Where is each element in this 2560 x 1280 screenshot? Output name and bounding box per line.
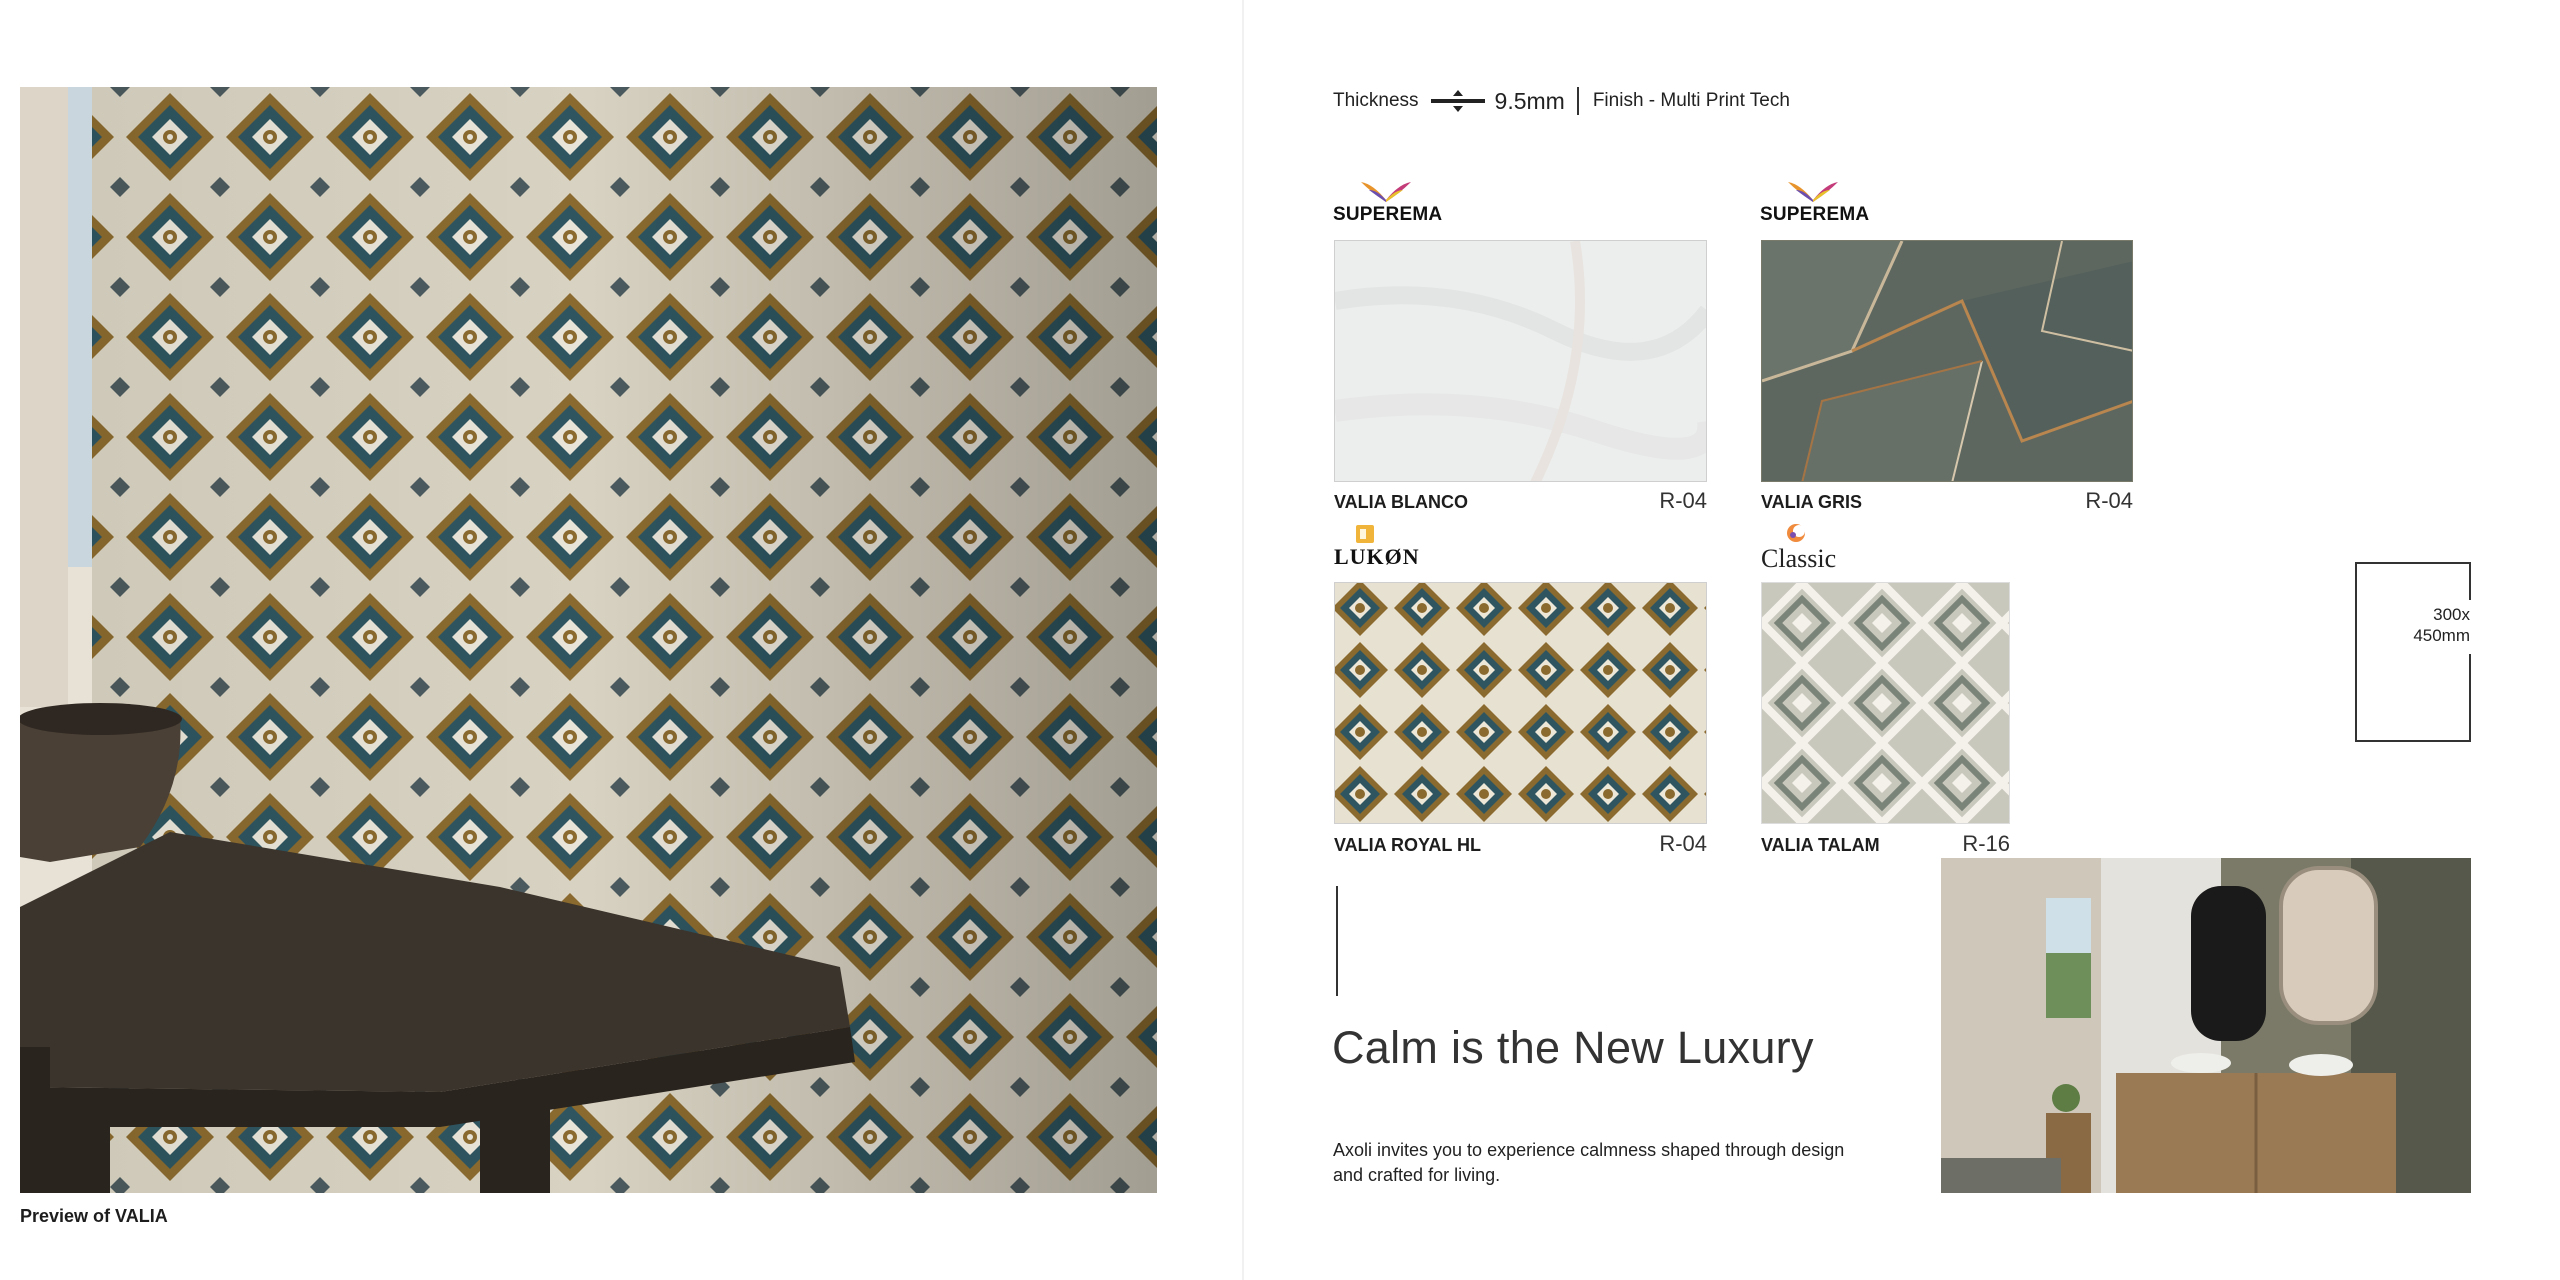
tile-swatch-valia-gris <box>1761 240 2133 482</box>
tile-code: R-04 <box>1659 488 1707 513</box>
tile-name: VALIA ROYAL HL <box>1334 835 1482 855</box>
tile-swatch-valia-royal-hl <box>1334 582 1707 824</box>
tile-swatch-valia-talam <box>1761 582 2010 824</box>
finish-label: Finish - Multi Print Tech <box>1592 90 1790 111</box>
tile-name: VALIA GRIS <box>1761 492 1863 512</box>
preview-caption: Preview of VALIA <box>20 1206 168 1226</box>
superema-wordmark: SUPEREMA <box>1760 204 1870 225</box>
tile-code: R-16 <box>1962 831 2010 856</box>
superema-wordmark: SUPEREMA <box>1333 204 1443 225</box>
tile-name: VALIA TALAM <box>1761 835 1880 855</box>
page-divider <box>1242 0 1244 1280</box>
lukon-wordmark: LUKØN <box>1334 544 1420 569</box>
size-line-1: 300x <box>2433 605 2470 624</box>
accent-line <box>1336 886 1338 996</box>
thickness-value: 9.5mm <box>1494 87 1565 114</box>
size-indicator <box>2355 562 2472 742</box>
body-copy: Axoli invites you to experience calmness… <box>1333 1140 1845 1185</box>
wings-icon <box>1788 182 1838 202</box>
classic-swirl-icon <box>1787 524 1805 542</box>
lukon-emblem-icon <box>1356 525 1374 543</box>
headline: Calm is the New Luxury <box>1332 1022 1814 1073</box>
spec-separator <box>1576 87 1579 115</box>
spec-line: Thickness 9.5mm Finish - Multi Print Tec… <box>1333 86 1790 116</box>
wings-icon <box>1361 182 1411 202</box>
classic-wordmark: Classic <box>1761 544 1837 573</box>
thickness-icon <box>1430 90 1485 112</box>
tile-code: R-04 <box>2085 488 2133 513</box>
preview-photo <box>20 87 1157 1193</box>
size-label: 300x 450mm <box>2378 604 2470 646</box>
lukon-logo: LUKØN <box>1334 524 1420 570</box>
superema-logo: SUPEREMA <box>1760 180 1869 226</box>
tile-swatch-valia-blanco <box>1334 240 1707 482</box>
tile-name: VALIA BLANCO <box>1334 492 1468 512</box>
classic-logo: Classic <box>1761 522 1836 574</box>
tile-code: R-04 <box>1659 831 1707 856</box>
size-line-2: 450mm <box>2413 626 2470 645</box>
bathroom-photo <box>1941 858 2471 1193</box>
superema-logo: SUPEREMA <box>1333 180 1442 226</box>
thickness-label: Thickness <box>1333 90 1419 111</box>
